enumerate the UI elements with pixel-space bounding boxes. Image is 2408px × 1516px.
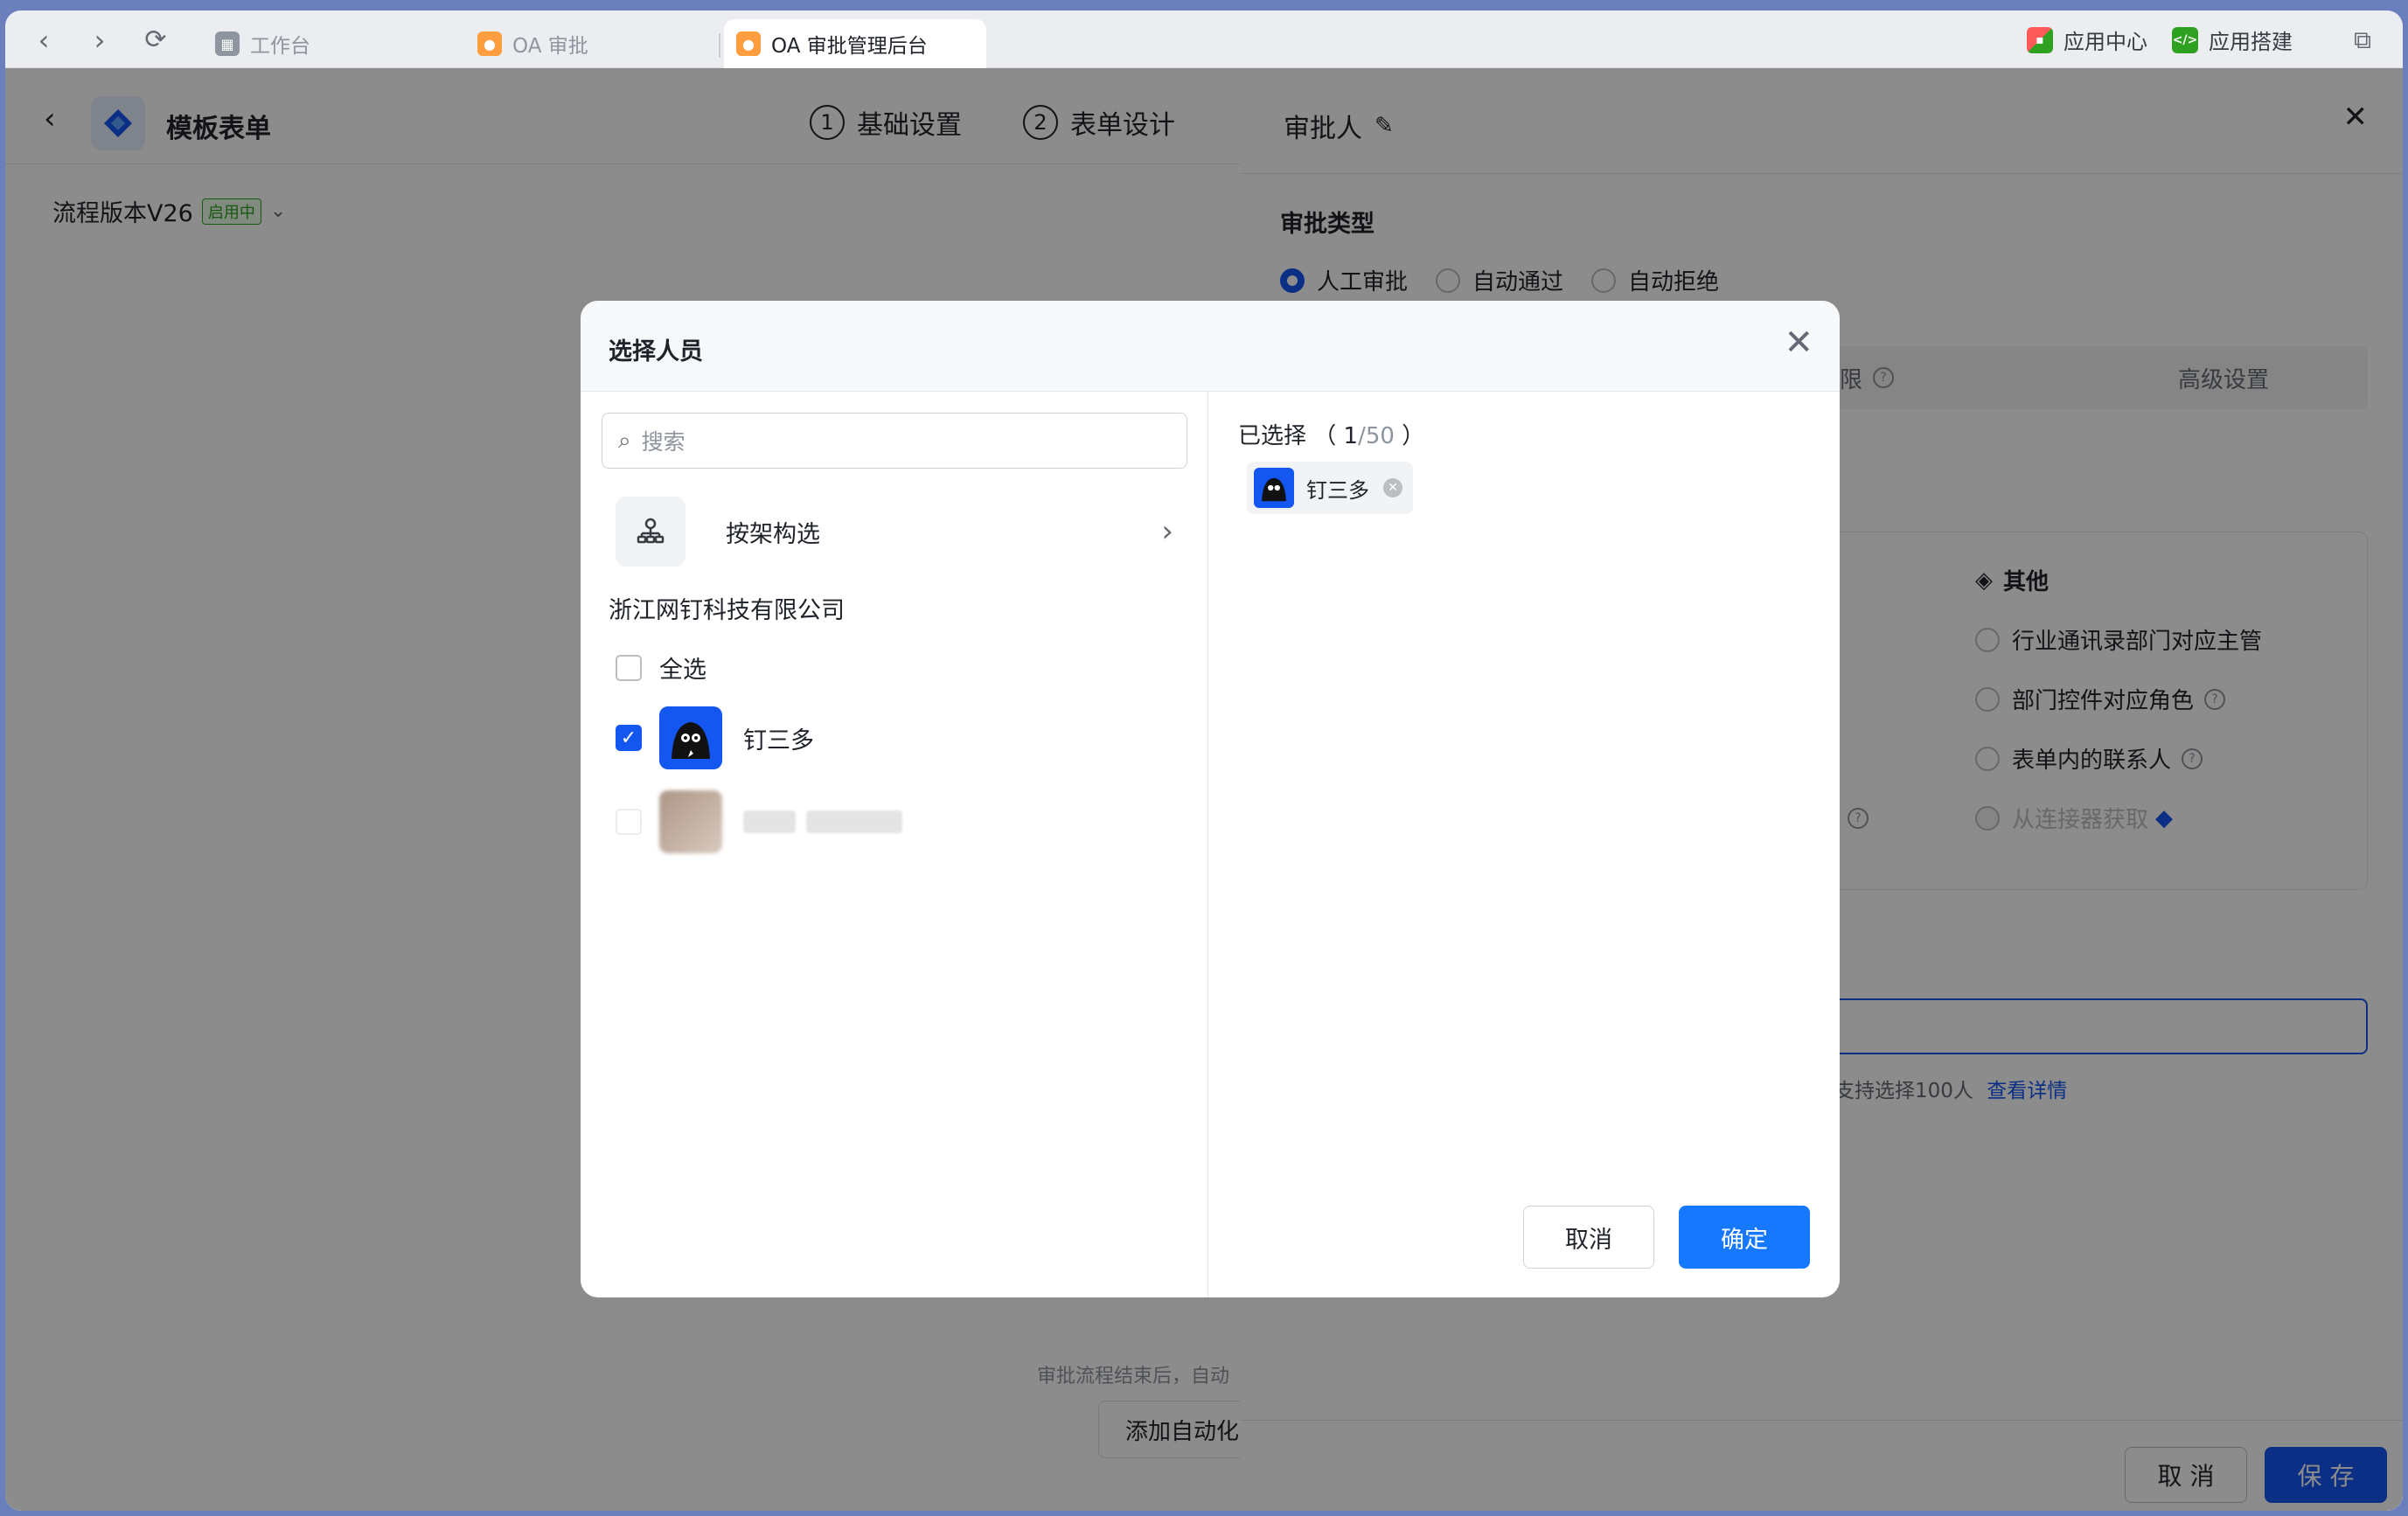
app-center-link[interactable]: ▪ 应用中心 [2027, 24, 2147, 55]
confirm-button[interactable]: 确定 [1679, 1206, 1810, 1269]
search-icon: ⌕ [618, 427, 631, 454]
selected-count-title: 已选择 （ 1/50 ） [1238, 423, 1425, 449]
app-builder-link[interactable]: </> 应用搭建 [2172, 24, 2293, 55]
tab-label: OA 审批 [512, 35, 588, 58]
tab-workbench[interactable]: ▦ 工作台 [203, 19, 465, 68]
tab-oa-admin[interactable]: ● OA 审批管理后台 [724, 19, 986, 68]
select-all-label: 全选 [659, 657, 706, 684]
search-placeholder: 搜索 [641, 429, 686, 455]
oa-approval-icon: ● [477, 31, 502, 56]
selected-pane: 已选择 （ 1/50 ） 钉三多 ✕ [1208, 392, 1840, 1297]
tab-oa-approval[interactable]: ● OA 审批 [465, 19, 719, 68]
refresh-icon[interactable]: ⟳ [142, 26, 170, 54]
app-center-label: 应用中心 [2064, 30, 2147, 54]
selected-chip: 钉三多 ✕ [1247, 462, 1413, 514]
selected-label: 已选择 [1238, 423, 1307, 449]
member-row[interactable]: ✓ 钉三多 [616, 706, 814, 769]
select-people-modal: 选择人员 ✕ ⌕ 搜索 按架构选 › 浙江网钉科技有限公司 全选 ✓ 钉三多 已… [581, 301, 1840, 1297]
member-checkbox[interactable]: ✓ [616, 725, 642, 751]
member-row-blurred[interactable] [616, 790, 913, 853]
selected-max: /50 [1358, 423, 1395, 449]
modal-title: 选择人员 [609, 338, 703, 365]
tab-divider [719, 33, 720, 58]
app-builder-label: 应用搭建 [2209, 30, 2293, 54]
member-name: 钉三多 [743, 727, 814, 755]
tab-label: OA 审批管理后台 [771, 35, 928, 58]
tab-label: 工作台 [250, 35, 310, 58]
avatar [659, 706, 722, 769]
people-picker-pane: ⌕ 搜索 按架构选 › 浙江网钉科技有限公司 全选 ✓ 钉三多 [581, 392, 1208, 1297]
app-builder-icon: </> [2172, 26, 2198, 53]
redacted-text [806, 810, 902, 833]
open-window-icon[interactable]: ⧉ [2349, 26, 2377, 54]
selected-count: 1 [1343, 423, 1359, 449]
select-all-row[interactable]: 全选 [616, 650, 706, 685]
select-all-checkbox[interactable] [616, 654, 642, 681]
chevron-right-icon: › [1161, 514, 1173, 549]
app-center-icon: ▪ [2027, 26, 2053, 53]
org-chart-icon [616, 497, 686, 567]
browser-tab-bar: ‹ › ⟳ ▦ 工作台 ● OA 审批 ● OA 审批管理后台 ▪ 应用中心 <… [5, 10, 2403, 68]
modal-header: 选择人员 ✕ [581, 301, 1840, 392]
back-arrow-icon[interactable]: ‹ [30, 26, 58, 54]
company-name: 浙江网钉科技有限公司 [609, 597, 845, 624]
chip-name: 钉三多 [1306, 477, 1369, 503]
forward-arrow-icon[interactable]: › [86, 26, 114, 54]
select-by-org-button[interactable]: 按架构选 › [616, 497, 1193, 567]
workbench-icon: ▦ [215, 31, 240, 56]
avatar [1254, 468, 1294, 508]
search-input[interactable]: ⌕ 搜索 [602, 413, 1187, 469]
close-icon[interactable]: ✕ [1784, 325, 1813, 360]
redacted-text [743, 810, 796, 833]
browser-window: ‹ › ⟳ ▦ 工作台 ● OA 审批 ● OA 审批管理后台 ▪ 应用中心 <… [5, 10, 2403, 1511]
member-checkbox[interactable] [616, 809, 642, 835]
org-select-label: 按架构选 [726, 520, 820, 548]
avatar [659, 790, 722, 853]
oa-admin-icon: ● [736, 31, 761, 56]
cancel-button[interactable]: 取消 [1523, 1206, 1654, 1269]
remove-icon[interactable]: ✕ [1383, 478, 1402, 497]
